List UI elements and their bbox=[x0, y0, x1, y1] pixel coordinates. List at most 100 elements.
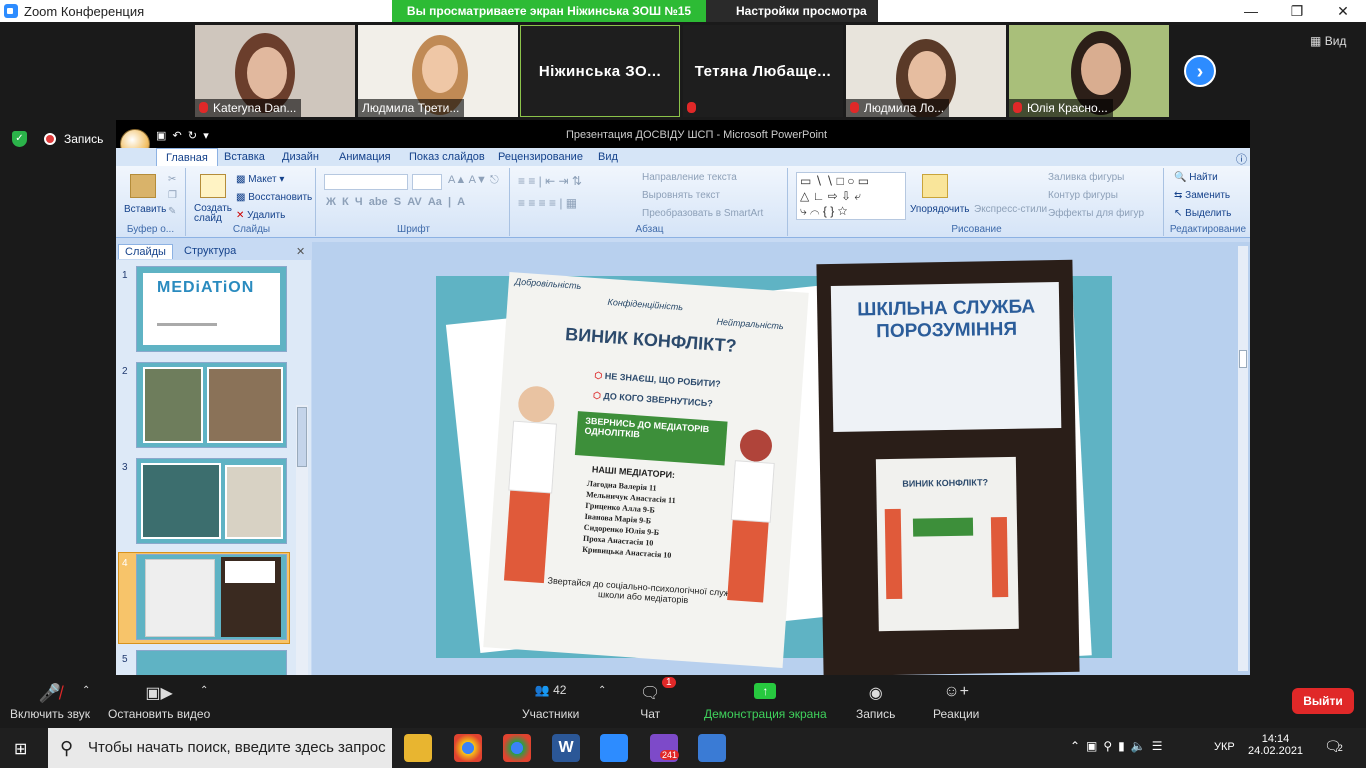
maximize-button[interactable]: ❐ bbox=[1274, 0, 1320, 22]
slide-thumbnail-selected[interactable] bbox=[136, 554, 287, 640]
tab-outline[interactable]: Структура bbox=[176, 244, 244, 258]
align-icons[interactable]: ≡ ≡ ≡ ≡ | ▦ bbox=[518, 196, 577, 210]
clock-date: 24.02.2021 bbox=[1248, 745, 1304, 757]
reset-button[interactable]: ▩ Восстановить bbox=[236, 192, 312, 203]
text-direction-button[interactable]: Направление текста bbox=[642, 172, 737, 183]
girl-figure bbox=[738, 428, 774, 463]
close-button[interactable]: ✕ bbox=[1320, 0, 1366, 22]
cut-icon[interactable]: ✂ bbox=[168, 174, 176, 185]
viber-badge: 241 bbox=[660, 750, 680, 760]
slide-thumbnail[interactable] bbox=[136, 650, 287, 675]
chrome-icon[interactable] bbox=[503, 734, 531, 762]
video-tile[interactable]: Kateryna Dan... bbox=[195, 25, 355, 117]
tab-review[interactable]: Рецензирование bbox=[490, 150, 591, 164]
arrange-button[interactable]: Упорядочить bbox=[910, 204, 970, 215]
customize-icon[interactable]: ▾ bbox=[203, 130, 209, 142]
participant-name: Тетяна Любаще... bbox=[694, 62, 832, 80]
copy-icon[interactable]: ❐ bbox=[168, 190, 177, 201]
slide-thumbnail[interactable]: MEDiATiON bbox=[136, 266, 287, 352]
smartart-button[interactable]: Преобразовать в SmartArt bbox=[642, 208, 763, 219]
file-explorer-icon[interactable] bbox=[404, 734, 432, 762]
font-name-input[interactable] bbox=[324, 174, 408, 190]
video-tile[interactable]: Тетяна Любаще... bbox=[683, 25, 843, 117]
notifications-icon[interactable]: 🗨2 bbox=[1324, 738, 1343, 755]
next-page-button[interactable]: › bbox=[1184, 55, 1216, 87]
video-options-chevron-icon[interactable]: ⌃ bbox=[200, 685, 208, 696]
slide-thumbnail[interactable] bbox=[136, 362, 287, 448]
participant-face bbox=[247, 47, 287, 99]
tab-slideshow[interactable]: Показ слайдов bbox=[401, 150, 493, 164]
group-clipboard: Вставить ✂ ❐ ✎ Буфер о... bbox=[116, 168, 186, 236]
editor-scrollbar[interactable] bbox=[1238, 246, 1248, 671]
clock[interactable]: 14:14 24.02.2021 bbox=[1248, 733, 1303, 757]
video-tile-active[interactable]: Ніжинська ЗО... bbox=[520, 25, 680, 117]
chat-button[interactable]: 🗨 1 Чат bbox=[640, 677, 676, 721]
chrome-icon[interactable] bbox=[454, 734, 482, 762]
quick-styles-button[interactable]: Экспресс-стили bbox=[974, 204, 1047, 215]
leave-button[interactable]: Выйти bbox=[1292, 688, 1354, 714]
stop-video-button[interactable]: ▣▶ Остановить видео bbox=[108, 683, 210, 721]
tab-insert[interactable]: Вставка bbox=[216, 150, 273, 164]
participants-button[interactable]: 👥 42 Участники bbox=[522, 683, 579, 721]
video-tile[interactable]: Людмила Трети... bbox=[358, 25, 518, 117]
zoom-icon[interactable] bbox=[600, 734, 628, 762]
close-pane-icon[interactable]: ✕ bbox=[288, 244, 313, 259]
media-player-icon[interactable] bbox=[698, 734, 726, 762]
replace-button[interactable]: ⇆ Заменить bbox=[1174, 190, 1230, 201]
minimize-button[interactable]: — bbox=[1228, 0, 1274, 22]
delete-slide-button[interactable]: ✕ Удалить bbox=[236, 210, 285, 221]
font-grow-icon[interactable]: A▲ A▼ ⎋ bbox=[448, 174, 499, 187]
participant-name: Ніжинська ЗО... bbox=[538, 62, 662, 80]
tab-design[interactable]: Дизайн bbox=[274, 150, 327, 164]
slides-scrollbar[interactable] bbox=[296, 405, 308, 675]
align-text-button[interactable]: Выровнять текст bbox=[642, 190, 720, 201]
audio-options-chevron-icon[interactable]: ⌃ bbox=[82, 685, 90, 696]
share-screen-button[interactable]: ↑ Демонстрация экрана bbox=[704, 683, 827, 721]
participants-chevron-icon[interactable]: ⌃ bbox=[598, 685, 606, 696]
taskbar-search-input[interactable]: ⚲ Чтобы начать поиск, введите здесь запр… bbox=[48, 728, 392, 768]
list-icons[interactable]: ≡ ≡ | ⇤ ⇥ ⇅ bbox=[518, 174, 582, 188]
font-size-input[interactable] bbox=[412, 174, 442, 190]
record-button[interactable]: ◉ Запись bbox=[856, 683, 895, 721]
new-slide-button[interactable]: Создать слайд bbox=[194, 204, 234, 224]
viber-icon[interactable]: 241 bbox=[650, 734, 680, 762]
security-shield-icon[interactable]: ✓ bbox=[12, 131, 27, 147]
shape-outline-button[interactable]: Контур фигуры bbox=[1048, 190, 1118, 201]
redo-icon[interactable]: ↻ bbox=[188, 130, 197, 142]
save-icon[interactable]: ▣ bbox=[156, 130, 166, 142]
find-button[interactable]: 🔍 Найти bbox=[1174, 172, 1218, 183]
video-tile[interactable]: Людмила Ло... bbox=[846, 25, 1006, 117]
windows-start-icon[interactable]: ⊞ bbox=[14, 739, 27, 759]
shared-screen: Презентация ДОСВІДУ ШСП - Microsoft Powe… bbox=[116, 120, 1250, 675]
select-button[interactable]: ↖ Выделить bbox=[1174, 208, 1231, 219]
unmute-button[interactable]: 🎤̸ Включить звук bbox=[10, 683, 90, 721]
font-style-icons[interactable]: Ж К Ч abe S AV Aa | A bbox=[326, 196, 465, 208]
participant-name: Kateryna Dan... bbox=[195, 99, 302, 117]
shape-effects-button[interactable]: Эффекты для фигур bbox=[1048, 208, 1144, 219]
tray-icons[interactable]: ⌃▣⚲▮🔈☰ bbox=[1070, 739, 1168, 753]
record-label: Запись bbox=[856, 707, 896, 721]
recording-indicator[interactable]: Запись bbox=[44, 132, 103, 146]
shape-fill-button[interactable]: Заливка фигуры bbox=[1048, 172, 1124, 183]
stop-video-label: Остановить видео bbox=[108, 707, 211, 721]
word-icon[interactable]: W bbox=[552, 734, 580, 762]
record-dot-icon bbox=[44, 133, 56, 145]
tab-home[interactable]: Главная bbox=[156, 148, 218, 167]
tab-animation[interactable]: Анимация bbox=[331, 150, 399, 164]
slide-thumbnail[interactable] bbox=[136, 458, 287, 544]
muted-mic-icon bbox=[199, 102, 208, 113]
reactions-button[interactable]: ☺+ Реакции bbox=[933, 683, 979, 721]
tab-view[interactable]: Вид bbox=[590, 150, 626, 164]
language-indicator[interactable]: УКР bbox=[1214, 741, 1235, 753]
layout-button[interactable]: ▩ Макет ▾ bbox=[236, 174, 284, 185]
muted-mic-icon bbox=[850, 102, 859, 113]
undo-icon[interactable]: ↶ bbox=[173, 130, 182, 142]
video-tile[interactable]: Юлія Красно... bbox=[1009, 25, 1169, 117]
paste-button[interactable]: Вставить bbox=[124, 204, 166, 215]
chevron-right-icon: › bbox=[1196, 61, 1204, 83]
format-painter-icon[interactable]: ✎ bbox=[168, 206, 176, 217]
tab-slides[interactable]: Слайды bbox=[118, 244, 173, 259]
shapes-gallery[interactable]: ▭ ∖ ∖ □ ○ ▭ △ ∟ ⇨ ⇩ ⤶ ⤷ ⌒ { } ☆ bbox=[796, 172, 906, 220]
view-button[interactable]: ▦ Вид bbox=[1310, 34, 1346, 48]
view-options-button[interactable]: Настройки просмотра ⌄ bbox=[706, 0, 878, 40]
